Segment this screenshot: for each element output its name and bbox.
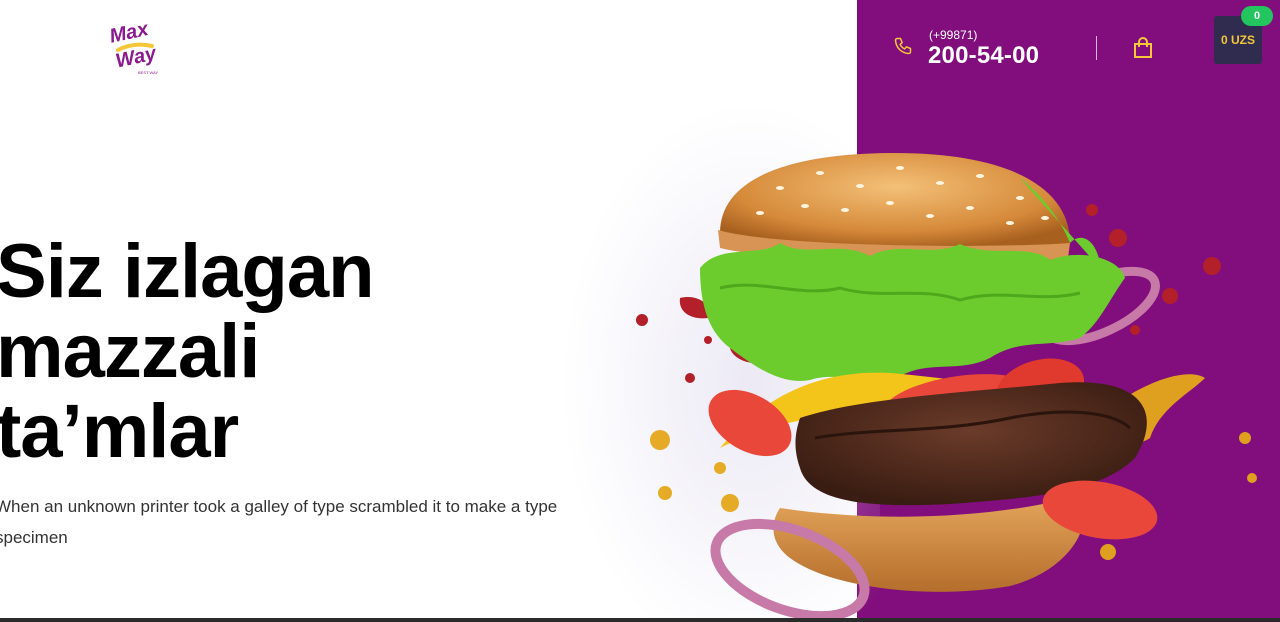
bottom-scroll-edge xyxy=(0,618,1280,622)
cart-count-badge: 0 xyxy=(1241,6,1273,26)
logo-tagline: BEST WAY xyxy=(138,70,158,75)
hero-title: Siz izlagan mazzali ta’mlar xyxy=(0,229,375,474)
cart-total: 0 UZS xyxy=(1220,33,1255,47)
phone-icon xyxy=(893,36,913,56)
phone-prefix: (+99871) xyxy=(929,28,978,42)
header-divider xyxy=(1096,36,1097,60)
shopping-bag-icon[interactable] xyxy=(1132,36,1154,60)
phone-number[interactable]: 200-54-00 xyxy=(928,42,1039,70)
brand-logo[interactable]: Max Way BEST WAY xyxy=(104,16,164,78)
hero-subtitle: When an unknown printer took a galley of… xyxy=(0,497,558,547)
burger-image xyxy=(636,153,1257,622)
